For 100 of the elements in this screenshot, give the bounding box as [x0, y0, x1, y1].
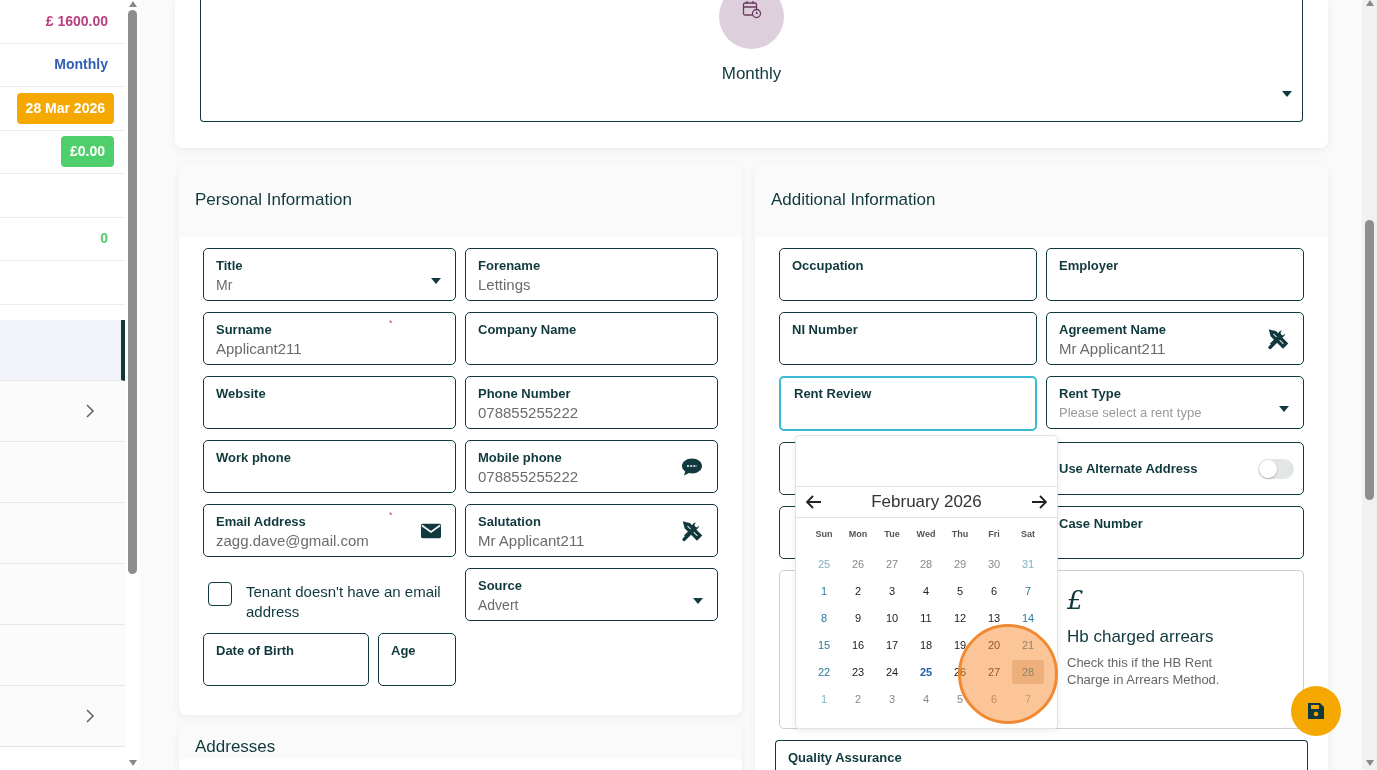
select-field[interactable]: Source Advert	[465, 568, 718, 621]
input-field[interactable]: Phone Number 078855255222	[465, 376, 718, 429]
calendar-day[interactable]: 19	[944, 632, 976, 657]
input-field[interactable]: Occupation	[779, 248, 1037, 301]
checkbox[interactable]	[208, 582, 232, 606]
scrollbar-thumb[interactable]	[1365, 220, 1374, 500]
field-value: Mr Applicant211	[1059, 339, 1166, 359]
calendar-day[interactable]: 3	[876, 686, 908, 711]
frequency-label: Monthly	[721, 63, 782, 85]
input-field[interactable]: Company Name	[465, 312, 718, 365]
scroll-arrow-icon[interactable]	[128, 1, 137, 7]
calendar-day[interactable]: 11	[910, 605, 942, 630]
field-label: Occupation	[792, 258, 865, 274]
field-label: NI Number	[792, 322, 859, 338]
scroll-arrow-icon[interactable]	[1365, 0, 1374, 6]
calendar-day[interactable]: 12	[944, 605, 976, 630]
envelope-icon[interactable]	[421, 523, 441, 538]
calendar-day[interactable]: 1	[808, 578, 840, 603]
caret-icon	[431, 278, 441, 284]
calendar-day[interactable]: 27	[978, 659, 1010, 684]
status-badge: £0.00	[60, 136, 114, 168]
calendar-day[interactable]: 7	[1012, 578, 1044, 603]
option-title: Hb charged arrears	[1067, 626, 1215, 648]
calendar-day[interactable]: 25	[910, 659, 942, 684]
scrollbar-thumb[interactable]	[128, 10, 137, 574]
calendar-day[interactable]: 8	[808, 605, 840, 630]
calendar-day[interactable]: 27	[876, 551, 908, 576]
calendar-day[interactable]: 15	[808, 632, 840, 657]
field-label: Quality Assurance	[788, 750, 903, 766]
tools-icon[interactable]	[681, 520, 703, 541]
input-field[interactable]: Email Address * zagg.dave@gmail.com	[203, 504, 456, 557]
field-value: Mr Applicant211	[478, 531, 585, 551]
calendar-day[interactable]: 5	[944, 686, 976, 711]
chat-bubble-icon[interactable]	[681, 457, 703, 476]
calendar-day[interactable]: 28	[910, 551, 942, 576]
field-label: Work phone	[216, 450, 292, 466]
input-field[interactable]: Age	[378, 633, 456, 686]
field-label: Agreement Name	[1059, 322, 1167, 338]
weekday-label: Thu	[951, 529, 969, 539]
scroll-arrow-icon[interactable]	[1365, 760, 1374, 766]
field-label: Forename	[478, 258, 542, 274]
calendar-day[interactable]: 3	[876, 578, 908, 603]
input-field[interactable]: Forename Lettings	[465, 248, 718, 301]
field-label: Company Name	[478, 322, 578, 338]
field-label: Case Number	[1059, 516, 1144, 532]
input-field[interactable]: Surname * Applicant211	[203, 312, 456, 365]
frequency-option[interactable]	[719, 0, 784, 49]
calendar-day[interactable]: 4	[910, 686, 942, 711]
calendar-day[interactable]: 26	[842, 551, 874, 576]
calendar-day[interactable]: 6	[978, 578, 1010, 603]
select-field[interactable]: Rent Type Please select a rent type	[1046, 376, 1304, 429]
input-field[interactable]: Mobile phone 078855255222	[465, 440, 718, 493]
calendar-day[interactable]: 26	[944, 659, 976, 684]
option-description: Check this if the HB Rent Charge in Arrears Method.	[1067, 653, 1221, 688]
calendar-day[interactable]: 24	[876, 659, 908, 684]
calendar-day[interactable]: 20	[978, 632, 1010, 657]
field-label: Website	[216, 386, 267, 402]
scroll-arrow-icon[interactable]	[128, 760, 137, 766]
calendar-day[interactable]: 22	[808, 659, 840, 684]
calendar-day[interactable]: 4	[910, 578, 942, 603]
calendar-day[interactable]: 23	[842, 659, 874, 684]
calendar-day[interactable]: 2	[842, 686, 874, 711]
input-field[interactable]: Salutation Mr Applicant211	[465, 504, 718, 557]
calendar-day[interactable]: 9	[842, 605, 874, 630]
toggle-switch[interactable]	[1258, 458, 1294, 479]
section-title: Addresses	[195, 735, 276, 758]
next-month-button[interactable]	[1031, 495, 1047, 509]
calendar-day[interactable]: 29	[944, 551, 976, 576]
toggle-label: Use Alternate Address	[1059, 460, 1198, 477]
tools-icon[interactable]	[1267, 328, 1289, 349]
field-label: Employer	[1059, 258, 1120, 274]
input-field[interactable]: Work phone	[203, 440, 456, 493]
input-field[interactable]: Quality Assurance	[775, 740, 1308, 770]
calendar-day[interactable]: 18	[910, 632, 942, 657]
previous-month-button[interactable]	[806, 495, 822, 509]
calendar-day[interactable]: 2	[842, 578, 874, 603]
nav-row[interactable]	[0, 319, 125, 381]
calendar-day[interactable]: 13	[978, 605, 1010, 630]
input-field[interactable]: Employer	[1046, 248, 1304, 301]
input-field[interactable]: Website	[203, 376, 456, 429]
weekday-label: Sun	[815, 529, 833, 539]
calendar-day[interactable]: 16	[842, 632, 874, 657]
required-mark: *	[389, 317, 393, 330]
input-field[interactable]: Date of Birth	[203, 633, 369, 686]
calendar-day[interactable]: 10	[876, 605, 908, 630]
caret-icon[interactable]	[1282, 91, 1292, 97]
field-label: Source	[478, 578, 524, 594]
input-field[interactable]: Agreement Name Mr Applicant211	[1046, 312, 1304, 365]
calendar-day[interactable]: 30	[978, 551, 1010, 576]
summary-value: 0	[100, 229, 109, 249]
input-field[interactable]: NI Number	[779, 312, 1037, 365]
calendar-day[interactable]: 17	[876, 632, 908, 657]
calendar-day[interactable]: 14	[1012, 605, 1044, 630]
weekday-label: Wed	[916, 529, 936, 539]
placeholder-text: Please select a rent type	[1059, 404, 1202, 422]
summary-value: £ 1600.00	[45, 11, 109, 31]
select-field[interactable]: Title Mr	[203, 248, 456, 301]
field-value: Lettings	[478, 275, 531, 295]
calendar-day[interactable]: 5	[944, 578, 976, 603]
caret-icon	[1279, 406, 1289, 412]
